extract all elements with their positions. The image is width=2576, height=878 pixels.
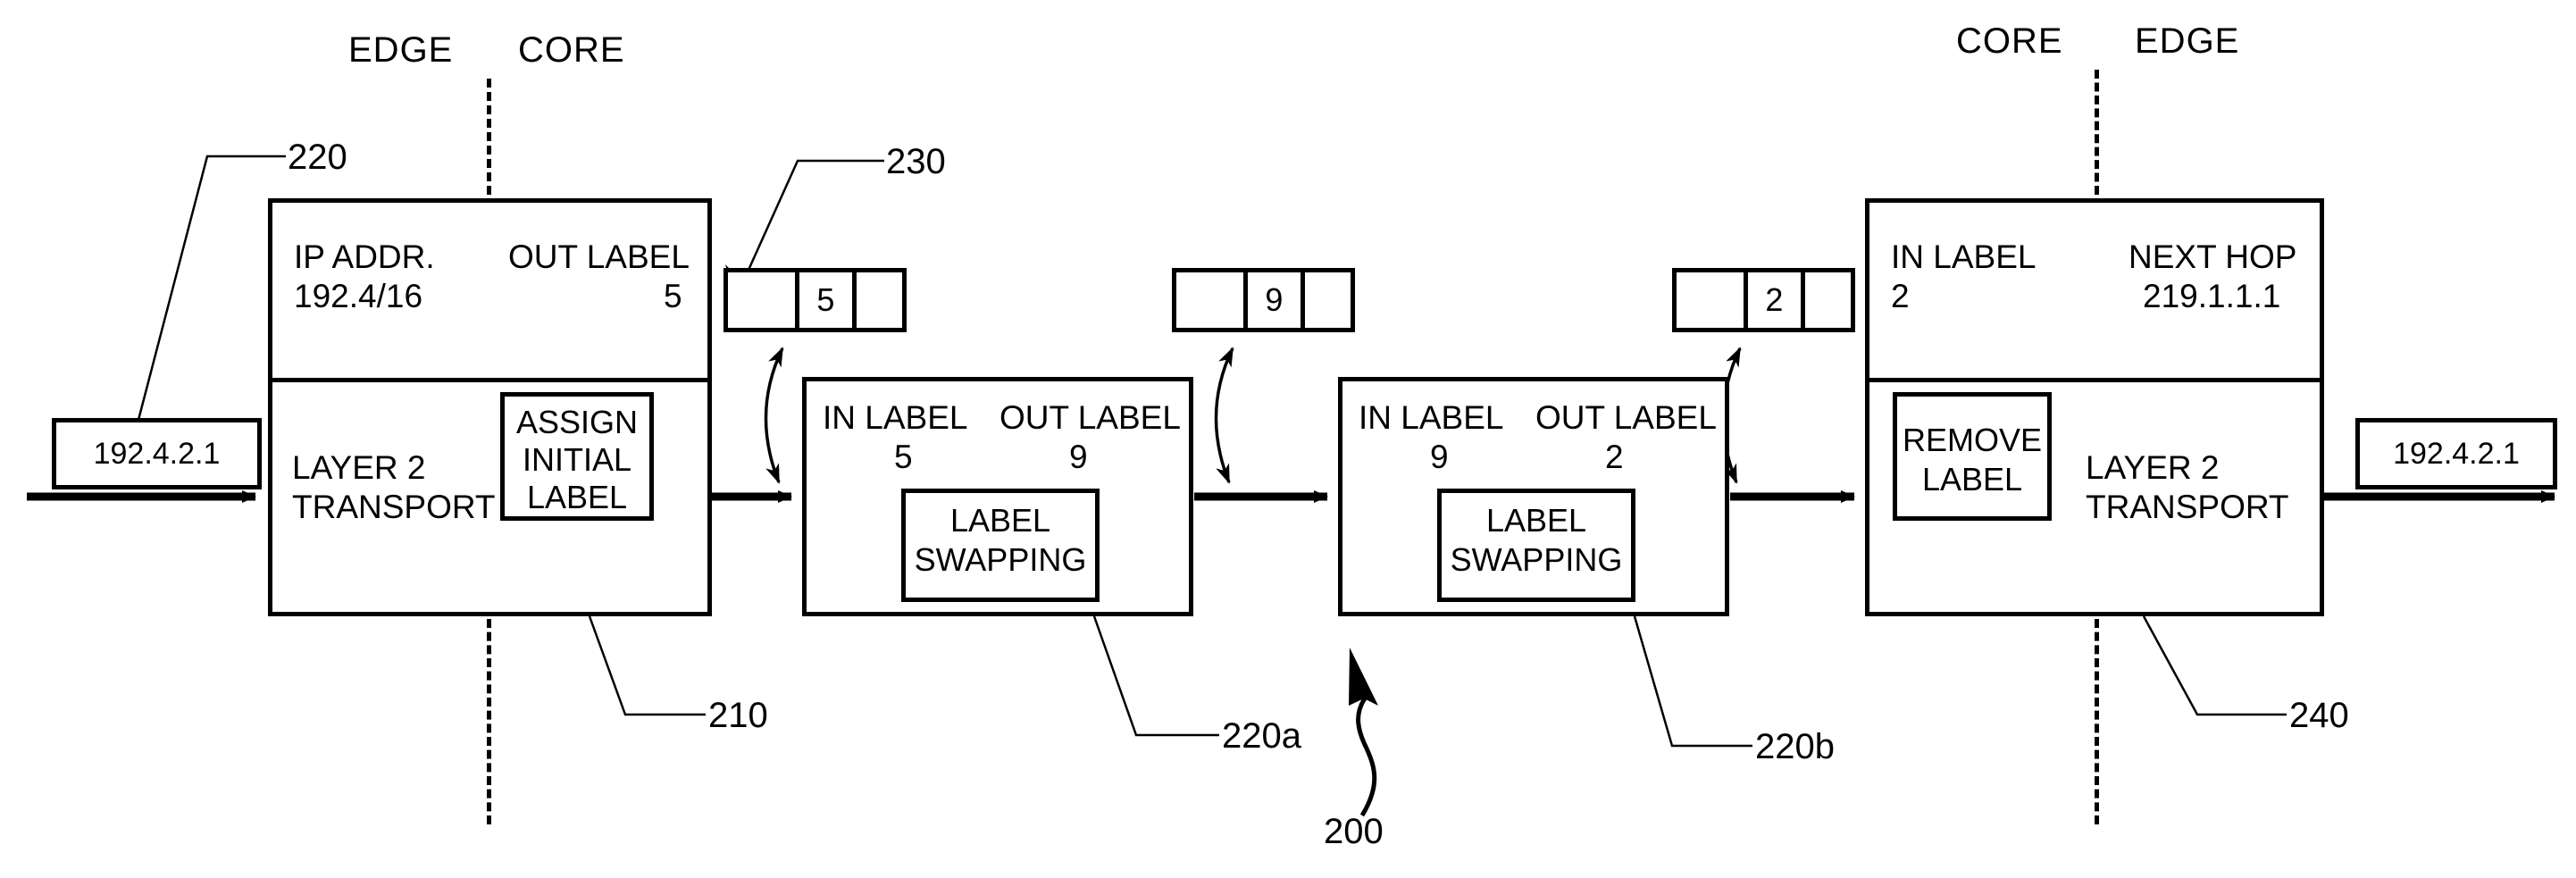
egress-router-divider (1869, 378, 2320, 382)
core-a-table-col2-value: 9 (1069, 439, 1088, 475)
egress-table-col2-value: 219.1.1.1 (2143, 278, 2281, 314)
stack3-cell-trailer (1805, 272, 1851, 328)
ref-200: 200 (1324, 812, 1384, 851)
core-b-table-col1-value: 9 (1430, 439, 1449, 475)
ingress-table-col1-value: 192.4/16 (294, 278, 423, 314)
swap-b-line1: LABEL (1485, 502, 1587, 539)
zone-label-left-core: CORE (518, 30, 625, 70)
label-swapping-block-a[interactable]: LABEL SWAPPING (901, 489, 1100, 602)
stack1-cell-label: 5 (794, 272, 857, 328)
egress-table-col1-header: IN LABEL (1891, 238, 2037, 275)
core-edge-divider-right-bottom (2095, 619, 2099, 824)
stack2-cell-label: 9 (1242, 272, 1306, 328)
label-stack-after-ingress: 5 (723, 268, 907, 332)
remove-label-line1: REMOVE (1902, 422, 2043, 458)
label-swapping-block-b[interactable]: LABEL SWAPPING (1437, 489, 1635, 602)
ref-220a: 220a (1222, 716, 1301, 756)
ref-220: 220 (288, 138, 347, 177)
assign-initial-label-block[interactable]: ASSIGN INITIAL LABEL (500, 392, 654, 521)
stack3-cell-payload (1677, 272, 1744, 328)
swap-a-line1: LABEL (949, 502, 1051, 539)
core-b-table-col2-header: OUT LABEL (1535, 399, 1717, 436)
egress-transport-line2: TRANSPORT (2086, 489, 2289, 525)
ingress-transport-line1: LAYER 2 (292, 449, 426, 486)
figure-canvas: EDGE CORE CORE EDGE 220 230 210 220a 220… (0, 0, 2576, 878)
core-b-table-col1-header: IN LABEL (1359, 399, 1504, 436)
ingress-transport-line2: TRANSPORT (292, 489, 496, 525)
ingress-router-divider (272, 378, 707, 382)
ref-230: 230 (886, 142, 946, 181)
core-a-table-col1-value: 5 (894, 439, 913, 475)
stack2-cell-payload (1176, 272, 1243, 328)
ingress-table-col1-header: IP ADDR. (294, 238, 435, 275)
egress-ip-packet-value: 192.4.2.1 (2393, 436, 2520, 471)
ref-220b: 220b (1755, 727, 1835, 766)
core-a-table-col2-header: OUT LABEL (999, 399, 1181, 436)
label-stack-after-core-b: 2 (1672, 268, 1855, 332)
stack1-cell-trailer (857, 272, 902, 328)
core-b-table-col2-value: 2 (1605, 439, 1624, 475)
label-stack-after-core-a: 9 (1172, 268, 1355, 332)
ref-210: 210 (708, 696, 768, 735)
core-router-a[interactable]: IN LABEL OUT LABEL 5 9 LABEL SWAPPING (802, 377, 1193, 616)
stack1-cell-payload (728, 272, 795, 328)
core-edge-divider-right-top (2095, 70, 2099, 195)
stack2-cell-trailer (1305, 272, 1351, 328)
egress-table-col1-value: 2 (1891, 278, 1910, 314)
ref-240: 240 (2289, 696, 2349, 735)
edge-core-divider-left-top (487, 79, 491, 195)
swap-a-line2: SWAPPING (914, 541, 1087, 578)
zone-label-left-edge: EDGE (348, 30, 454, 70)
remove-label-line2: LABEL (1921, 461, 2023, 498)
egress-edge-router[interactable]: IN LABEL NEXT HOP 2 219.1.1.1 REMOVE LAB… (1865, 198, 2324, 616)
egress-ip-packet-box: 192.4.2.1 (2355, 418, 2557, 489)
ingress-table-col2-value: 5 (664, 278, 682, 314)
ingress-edge-router[interactable]: IP ADDR. OUT LABEL 192.4/16 5 LAYER 2 TR… (268, 198, 712, 616)
ingress-ip-packet-value: 192.4.2.1 (93, 436, 221, 471)
zone-label-right-core: CORE (1956, 21, 2063, 61)
stack3-cell-label: 2 (1743, 272, 1806, 328)
edge-core-divider-left-bottom (487, 619, 491, 824)
assign-label-line1: ASSIGN (515, 404, 639, 440)
zone-label-right-edge: EDGE (2135, 21, 2240, 61)
ingress-ip-packet-box: 192.4.2.1 (52, 418, 262, 489)
assign-label-line3: LABEL (526, 479, 628, 515)
egress-transport-line1: LAYER 2 (2086, 449, 2220, 486)
ingress-table-col2-header: OUT LABEL (508, 238, 690, 275)
egress-table-col2-header: NEXT HOP (2129, 238, 2297, 275)
core-router-b[interactable]: IN LABEL OUT LABEL 9 2 LABEL SWAPPING (1338, 377, 1729, 616)
assign-label-line2: INITIAL (522, 441, 632, 478)
remove-label-block[interactable]: REMOVE LABEL (1893, 392, 2052, 521)
swap-b-line2: SWAPPING (1450, 541, 1623, 578)
core-a-table-col1-header: IN LABEL (823, 399, 968, 436)
